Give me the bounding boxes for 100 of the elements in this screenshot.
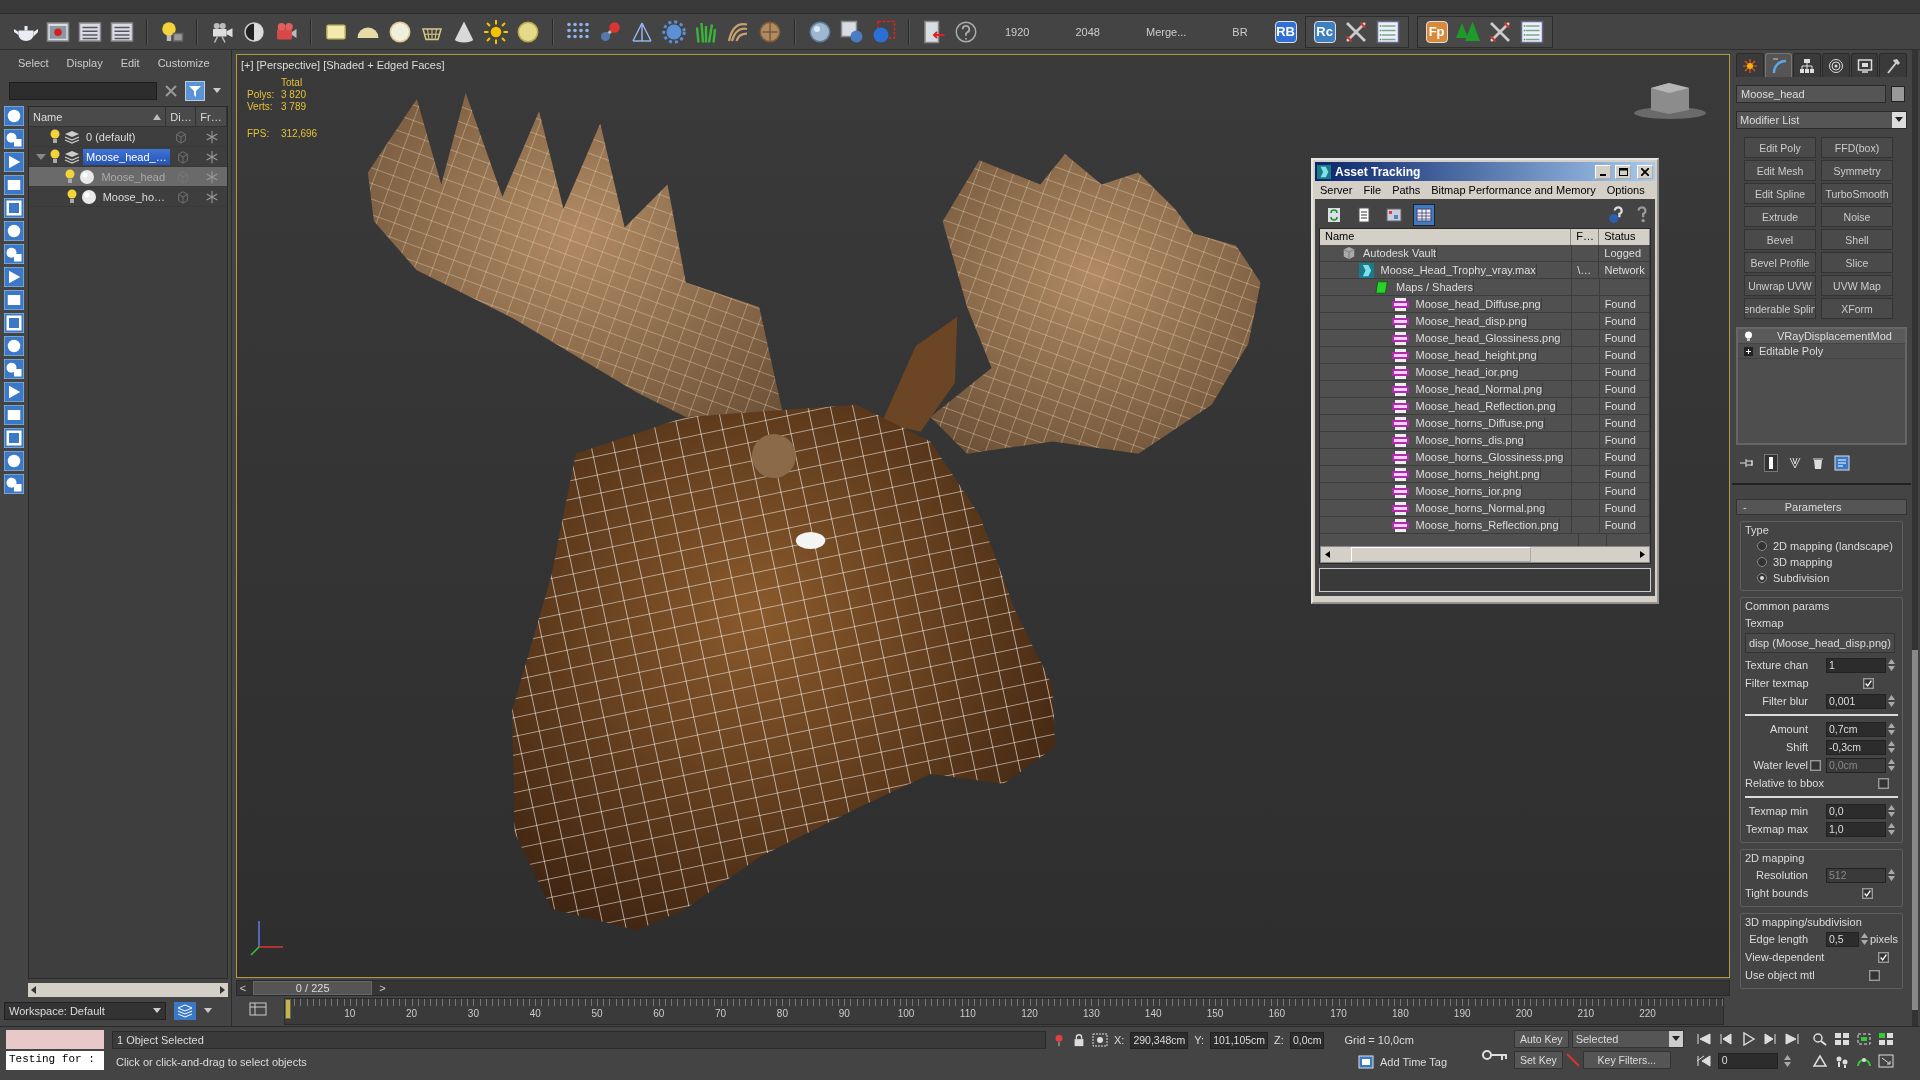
filter-button[interactable]: [4, 106, 24, 126]
number-field[interactable]: 1: [1826, 657, 1886, 673]
modifier-button[interactable]: Bevel: [1744, 229, 1816, 250]
spinner-arrows[interactable]: [1888, 868, 1895, 882]
modifier-list-dropdown[interactable]: Modifier List: [1736, 111, 1907, 129]
number-field[interactable]: -0,3cm: [1826, 739, 1886, 755]
menu-item[interactable]: Display: [66, 57, 103, 78]
previous-frame-icon[interactable]: [1717, 1032, 1734, 1046]
tools-icon[interactable]: [1487, 19, 1512, 44]
modifier-button[interactable]: Shell: [1821, 229, 1893, 250]
auto-key-button[interactable]: Auto Key: [1514, 1030, 1569, 1048]
asset-name[interactable]: Moose_horns_Glossiness.png: [1410, 451, 1565, 463]
modifier-button[interactable]: Edit Spline: [1744, 183, 1816, 204]
rollout-header[interactable]: - Parameters: [1736, 499, 1907, 515]
menu-item[interactable]: Bitmap Performance and Memory: [1431, 184, 1596, 196]
radio-button[interactable]: [1757, 541, 1767, 551]
time-slider-thumb[interactable]: 0 / 225: [253, 981, 373, 995]
filter-button[interactable]: [4, 428, 24, 448]
layer-name[interactable]: Moose_head_…: [83, 148, 170, 165]
light-bulb-icon[interactable]: [1744, 330, 1753, 342]
sun-icon[interactable]: [484, 19, 508, 44]
light-bulb-icon[interactable]: [49, 128, 61, 145]
modifier-button[interactable]: UVW Map: [1821, 275, 1893, 296]
asset-name[interactable]: Moose_horns_dis.png: [1410, 434, 1525, 446]
maximize-viewport-icon[interactable]: [1877, 1054, 1894, 1068]
filter-button[interactable]: [4, 290, 24, 310]
vertical-scrollbar[interactable]: [1912, 50, 1918, 1026]
snowflake-icon[interactable]: [205, 149, 219, 164]
maximize-button[interactable]: [1615, 164, 1631, 179]
zoom-all-icon[interactable]: [1833, 1032, 1850, 1046]
column-header[interactable]: Name: [29, 107, 167, 126]
toolbar-label[interactable]: Merge...: [1126, 25, 1206, 38]
sphere-icon[interactable]: [388, 19, 412, 44]
number-field[interactable]: 0,001: [1826, 693, 1886, 709]
key-icon[interactable]: [1482, 1048, 1508, 1062]
next-frame-icon[interactable]: [1761, 1032, 1778, 1046]
layer-name[interactable]: 0 (default): [83, 128, 139, 145]
asset-name[interactable]: Moose_head_height.png: [1410, 349, 1538, 361]
dropdown-caret-icon[interactable]: [204, 1008, 212, 1014]
checkbox[interactable]: [1878, 951, 1890, 963]
asset-name[interactable]: Moose_head_ior.png: [1410, 366, 1520, 378]
time-tag-icon[interactable]: [1358, 1055, 1374, 1069]
spiky-ball-icon[interactable]: [662, 19, 686, 44]
dropdown-caret-icon[interactable]: [213, 88, 221, 94]
sphere-icon[interactable]: [808, 19, 832, 44]
filter-button[interactable]: [4, 336, 24, 356]
asset-name[interactable]: Moose_head_Diffuse.png: [1410, 298, 1542, 310]
number-field[interactable]: 0,5: [1826, 931, 1859, 947]
horizontal-scrollbar[interactable]: [1320, 546, 1650, 563]
filter-toggle-button[interactable]: [185, 81, 205, 101]
toolbar-label[interactable]: BR: [1213, 25, 1267, 38]
coordinate-field[interactable]: 290,348cm: [1130, 1031, 1189, 1049]
number-field[interactable]: 0,0: [1826, 803, 1886, 819]
filter-button[interactable]: [4, 244, 24, 264]
filter-button[interactable]: [4, 267, 24, 287]
clear-icon[interactable]: [165, 85, 177, 97]
modifier-button[interactable]: Unwrap UVW: [1744, 275, 1816, 296]
horizontal-scrollbar[interactable]: [28, 983, 228, 997]
column-header[interactable]: Fr…: [196, 107, 227, 126]
filter-button[interactable]: [4, 221, 24, 241]
checkbox[interactable]: [1868, 969, 1880, 981]
light-bulb-icon[interactable]: [65, 188, 78, 205]
help-icon[interactable]: [954, 19, 978, 44]
asset-name[interactable]: Moose_horns_Normal.png: [1410, 502, 1547, 514]
key-filters-button[interactable]: Key Filters...: [1582, 1051, 1671, 1069]
asset-name[interactable]: Maps / Shaders: [1391, 281, 1475, 293]
textured-ball-icon[interactable]: [758, 19, 782, 44]
stack-item[interactable]: Editable Poly: [1759, 345, 1824, 357]
checkbox[interactable]: [1862, 677, 1874, 689]
filter-button[interactable]: [4, 451, 24, 471]
filter-button[interactable]: [4, 313, 24, 333]
spinner-arrows[interactable]: [1860, 932, 1868, 946]
radio-button[interactable]: [1757, 557, 1767, 567]
menu-item[interactable]: Select: [18, 57, 49, 78]
modifier-button[interactable]: Noise: [1821, 206, 1893, 227]
plugin-button[interactable]: Rc: [1313, 20, 1336, 43]
modifier-button[interactable]: Symmetry: [1821, 160, 1893, 181]
modifier-button[interactable]: Edit Mesh: [1744, 160, 1816, 181]
menu-item[interactable]: File: [1363, 184, 1382, 196]
list-icon[interactable]: [1375, 19, 1400, 44]
filter-button[interactable]: [4, 474, 24, 494]
column-header[interactable]: Di…: [166, 107, 197, 126]
modifier-button[interactable]: Slice: [1821, 252, 1893, 273]
toolbar-label[interactable]: 2048: [1056, 25, 1119, 38]
modifier-button[interactable]: Bevel Profile: [1744, 252, 1816, 273]
search-field[interactable]: [9, 82, 157, 100]
light-bulb-icon[interactable]: [64, 168, 77, 185]
modifier-button[interactable]: FFD(box): [1821, 137, 1893, 158]
next-frame-button[interactable]: >: [376, 981, 389, 995]
filter-button[interactable]: [4, 405, 24, 425]
asset-name[interactable]: Moose_horns_Diffuse.png: [1410, 417, 1545, 429]
panel-tab[interactable]: [1736, 53, 1764, 77]
filter-button[interactable]: [4, 359, 24, 379]
modifier-button[interactable]: Edit Poly: [1744, 137, 1816, 158]
spinner-arrows[interactable]: [1888, 740, 1895, 754]
modifier-button[interactable]: XForm: [1821, 298, 1893, 319]
asset-name[interactable]: Moose_head_Normal.png: [1410, 383, 1544, 395]
radio-button[interactable]: [1757, 573, 1767, 583]
spinner-arrows[interactable]: [1888, 694, 1895, 708]
asset-name[interactable]: Moose_head_Glossiness.png: [1410, 332, 1562, 344]
